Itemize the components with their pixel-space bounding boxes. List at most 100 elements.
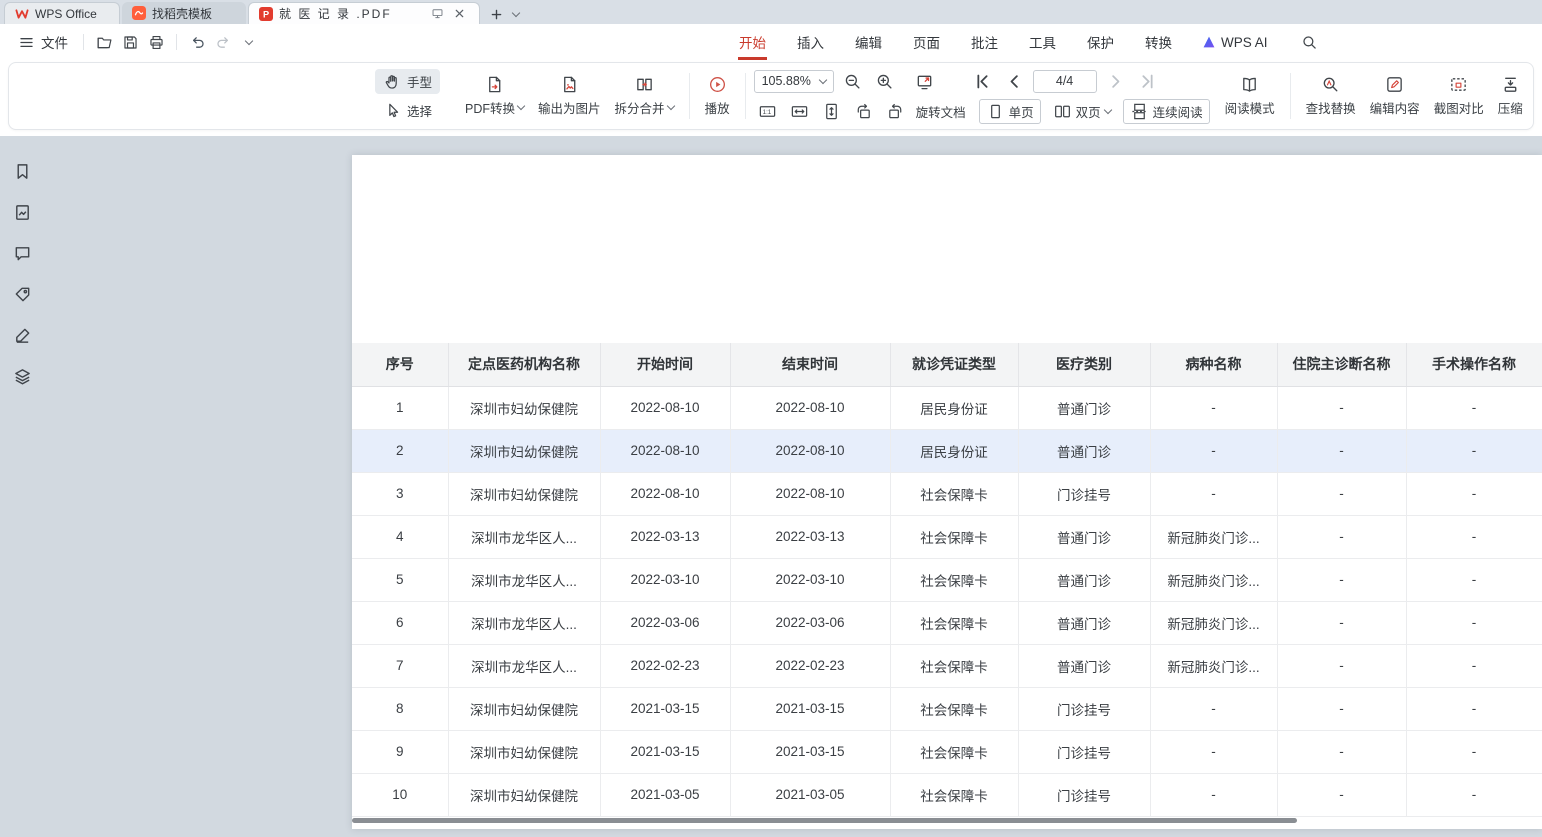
continuous-reading-button[interactable]: 连续阅读 (1123, 99, 1210, 124)
play-button[interactable]: 播放 (698, 68, 737, 124)
actual-size-button[interactable]: 1:1 (754, 99, 781, 124)
rotate-left-button[interactable] (850, 99, 877, 124)
single-page-icon (986, 102, 1005, 121)
divider (745, 73, 746, 119)
document-area: 序号定点医药机构名称开始时间结束时间就诊凭证类型医疗类别病种名称住院主诊断名称手… (44, 136, 1542, 837)
table-header-cell: 医疗类别 (1018, 343, 1150, 386)
page-number-input[interactable] (1033, 70, 1097, 93)
menu-tab-批注[interactable]: 批注 (970, 24, 999, 60)
horizontal-scrollbar-thumb[interactable] (352, 818, 1297, 823)
wps-ai-button[interactable]: WPS AI (1202, 35, 1268, 50)
menu-tab-工具[interactable]: 工具 (1028, 24, 1057, 60)
docer-icon (132, 6, 146, 20)
tab-document[interactable]: P 就 医 记 录 .PDF (248, 2, 480, 24)
fit-width-button[interactable] (786, 99, 813, 124)
table-cell: 门诊挂号 (1018, 687, 1150, 730)
undo-history-chevron-button[interactable] (236, 29, 262, 55)
layers-panel-button[interactable] (9, 363, 36, 390)
toolbar: 手型 选择 PDF转换 输出为图片 拆分合并 (8, 62, 1534, 130)
chevron-down-icon (245, 36, 253, 44)
prev-page-button[interactable] (1001, 69, 1028, 94)
redo-icon (215, 34, 232, 51)
menu-tab-页面[interactable]: 页面 (912, 24, 941, 60)
menu-tab-开始[interactable]: 开始 (738, 24, 767, 60)
table-cell: - (1406, 386, 1542, 429)
signature-panel-button[interactable] (9, 322, 36, 349)
thumbnail-panel-button[interactable] (9, 199, 36, 226)
hand-tool-button[interactable]: 手型 (375, 69, 440, 94)
full-text-translate-button[interactable]: 全文翻译 (1536, 69, 1542, 94)
new-tab-button[interactable] (486, 4, 506, 24)
edit-content-icon (1385, 75, 1404, 94)
double-page-button[interactable]: 双页 (1046, 99, 1118, 124)
wps-ai-label: WPS AI (1221, 35, 1268, 50)
compress-button[interactable]: 压缩 (1491, 68, 1530, 124)
zoom-in-button[interactable] (871, 69, 898, 94)
comment-icon (13, 244, 32, 263)
fit-page-button[interactable] (818, 99, 845, 124)
table-header-cell: 定点医药机构名称 (448, 343, 600, 386)
redo-button[interactable] (210, 29, 236, 55)
bookmark-panel-button[interactable] (9, 158, 36, 185)
split-merge-button[interactable]: 拆分合并 (608, 68, 681, 124)
edit-content-button[interactable]: 编辑内容 (1363, 68, 1427, 124)
undo-button[interactable] (184, 29, 210, 55)
table-cell: 2022-02-23 (730, 644, 890, 687)
svg-text:P: P (263, 9, 269, 19)
menu-search-button[interactable] (1297, 29, 1323, 55)
zoom-level-select[interactable]: 105.88% (754, 70, 834, 93)
fit-window-button[interactable] (911, 69, 938, 94)
comment-panel-button[interactable] (9, 240, 36, 267)
rotate-document-button[interactable]: 旋转文档 (914, 102, 968, 121)
print-button[interactable] (143, 29, 169, 55)
table-cell: 普通门诊 (1018, 644, 1150, 687)
first-page-button[interactable] (969, 69, 996, 94)
select-tool-button[interactable]: 选择 (375, 98, 440, 123)
last-page-button[interactable] (1134, 69, 1161, 94)
word-translate-button[interactable]: 划词翻译 (1536, 98, 1542, 123)
find-replace-button[interactable]: 查找替换 (1299, 68, 1363, 124)
divider (689, 73, 690, 119)
tab-list-chevron-button[interactable] (506, 4, 526, 24)
table-cell: - (1277, 558, 1406, 601)
menu-tab-插入[interactable]: 插入 (796, 24, 825, 60)
menu-tab-编辑[interactable]: 编辑 (854, 24, 883, 60)
menu-tab-保护[interactable]: 保护 (1086, 24, 1115, 60)
screenshot-compare-button[interactable]: 截图对比 (1427, 68, 1491, 124)
open-file-button[interactable] (91, 29, 117, 55)
tab-label: WPS Office (35, 7, 97, 21)
tab-wps-home[interactable]: WPS Office (4, 2, 120, 24)
annotation-panel-button[interactable] (9, 281, 36, 308)
table-cell: 深圳市妇幼保健院 (448, 429, 600, 472)
single-page-button[interactable]: 单页 (979, 99, 1041, 124)
close-tab-button[interactable] (449, 4, 469, 24)
table-cell: 居民身份证 (890, 386, 1018, 429)
table-cell: 深圳市妇幼保健院 (448, 773, 600, 816)
table-cell: 门诊挂号 (1018, 472, 1150, 515)
pdf-convert-button[interactable]: PDF转换 (458, 68, 531, 124)
tab-docer-templates[interactable]: 找稻壳模板 (122, 2, 246, 24)
table-cell: - (1150, 429, 1277, 472)
table-cell: 1 (352, 386, 448, 429)
printer-icon (148, 34, 165, 51)
panel-rail (0, 136, 44, 837)
rotate-left-icon (854, 102, 873, 121)
chevron-down-icon (666, 102, 674, 110)
next-page-button[interactable] (1102, 69, 1129, 94)
table-cell: 深圳市妇幼保健院 (448, 687, 600, 730)
file-menu-button[interactable]: 文件 (10, 28, 76, 56)
table-cell: - (1406, 515, 1542, 558)
table-cell: 普通门诊 (1018, 429, 1150, 472)
split-merge-label: 拆分合并 (615, 98, 665, 117)
next-page-icon (1106, 72, 1125, 91)
menu-tab-转换[interactable]: 转换 (1144, 24, 1173, 60)
rotate-right-button[interactable] (882, 99, 909, 124)
zoom-out-button[interactable] (839, 69, 866, 94)
save-button[interactable] (117, 29, 143, 55)
reading-mode-button[interactable]: 阅读模式 (1218, 68, 1282, 124)
table-cell: - (1150, 472, 1277, 515)
export-image-button[interactable]: 输出为图片 (531, 68, 608, 124)
table-cell: 2021-03-15 (600, 730, 730, 773)
table-cell: 深圳市妇幼保健院 (448, 730, 600, 773)
table-cell: 新冠肺炎门诊... (1150, 558, 1277, 601)
